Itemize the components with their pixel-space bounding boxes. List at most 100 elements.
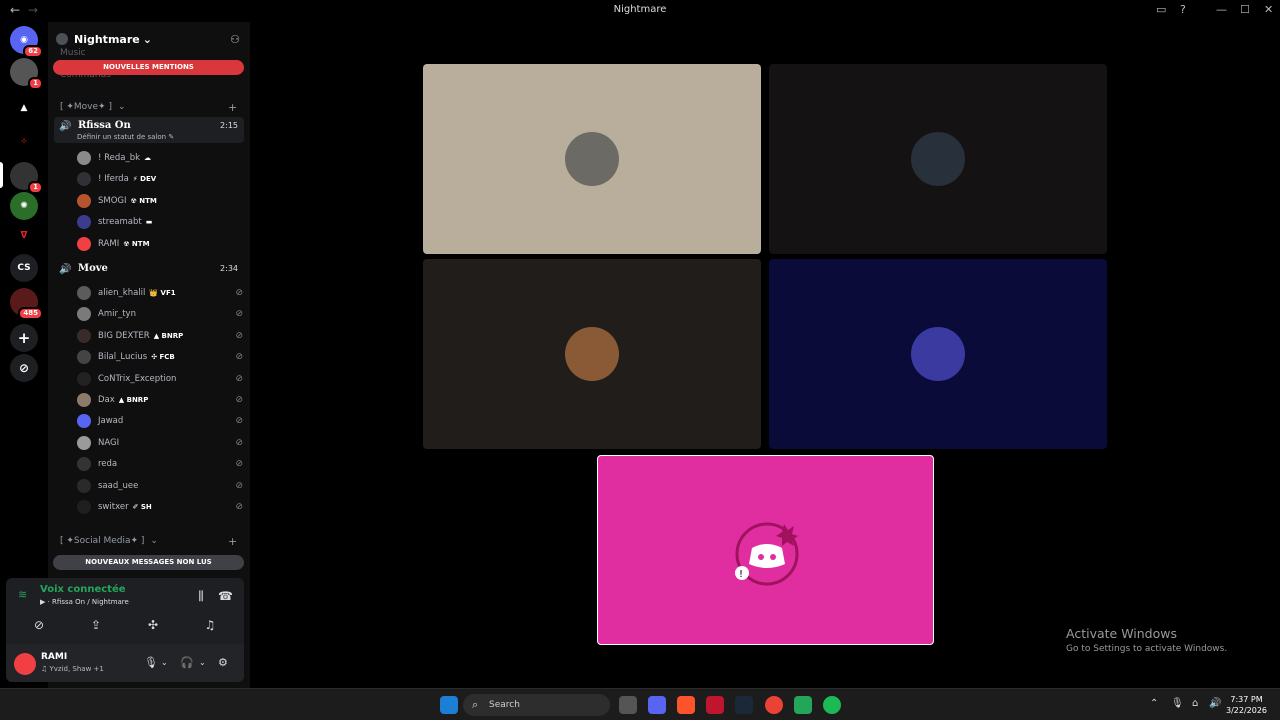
voice-channel-name: Rfissa On xyxy=(78,120,131,131)
voice-member[interactable]: saad_uee ⊘ xyxy=(77,477,247,495)
network-icon[interactable]: ⌂ xyxy=(1192,698,1198,709)
set-channel-status[interactable]: Définir un statut de salon ✎ xyxy=(77,133,174,141)
video-tile-3[interactable] xyxy=(423,259,761,449)
maximize-icon[interactable]: ☐ xyxy=(1240,3,1250,16)
video-tile-2[interactable] xyxy=(769,64,1107,254)
voice-member[interactable]: ! Iferda ⚡ DEV xyxy=(77,170,247,188)
voice-member[interactable]: Amir_tyn ⊘ xyxy=(77,305,247,323)
microphone-icon[interactable]: 🎙 xyxy=(144,656,158,669)
windows-start-icon[interactable] xyxy=(440,696,458,714)
participant-avatar xyxy=(565,132,619,186)
voice-member[interactable]: BIG DEXTER ▲ BNRP ⊘ xyxy=(77,327,247,345)
voice-member[interactable]: SMOGI ☢ NTM xyxy=(77,192,247,210)
brave-browser-icon[interactable] xyxy=(677,696,695,714)
chevron-up-icon[interactable]: ⌃ xyxy=(1150,698,1158,709)
selected-server-pill xyxy=(0,162,3,188)
member-name: Bilal_Lucius xyxy=(98,352,148,363)
voice-channel-time: 2:15 xyxy=(220,121,238,130)
member-role-tag: ▲ BNRP xyxy=(118,396,149,404)
voice-member[interactable]: reda ⊘ xyxy=(77,455,247,473)
disconnect-icon[interactable]: ☎ xyxy=(218,589,233,603)
taskbar-search[interactable]: ⌕ Search xyxy=(463,694,610,716)
clock-time: 7:37 PM xyxy=(1230,695,1263,704)
category-move[interactable]: [ ✦Move✦ ] ⌄ + xyxy=(60,101,237,114)
user-avatar[interactable] xyxy=(14,653,36,675)
voice-member[interactable]: streamabt ▬ xyxy=(77,213,247,231)
voice-member[interactable]: Bilal_Lucius ✣ FCB ⊘ xyxy=(77,348,247,366)
member-name: saad_uee xyxy=(98,480,139,491)
server-icon-nightmare[interactable]: 1 xyxy=(10,162,43,194)
volume-icon[interactable]: 🔊 xyxy=(1209,698,1221,709)
server-header[interactable]: Nightmare ⌄ ⚇ xyxy=(56,30,246,48)
server-icon-red[interactable]: ✧ xyxy=(10,128,38,156)
soundboard-icon[interactable]: ♫ xyxy=(203,618,217,632)
discord-taskbar-icon[interactable] xyxy=(648,696,666,714)
voice-member[interactable]: alien_khalil 👑 VF1 ⊘ xyxy=(77,284,247,302)
channel-music[interactable]: Music xyxy=(60,48,86,58)
voice-member[interactable]: Dax ▲ BNRP ⊘ xyxy=(77,391,247,409)
video-tile-4[interactable] xyxy=(769,259,1107,449)
voice-member[interactable]: RAMI ☢ NTM xyxy=(77,235,247,253)
server-icon-folder[interactable]: 485 xyxy=(10,288,43,320)
voice-channel-path[interactable]: ▶ · Rfissa On / Nightmare xyxy=(40,598,129,606)
voice-member[interactable]: CoNTrix_Exception ⊘ xyxy=(77,370,247,388)
close-icon[interactable]: ✕ xyxy=(1264,3,1273,16)
new-unread-banner[interactable]: NOUVEAUX MESSAGES NON LUS xyxy=(53,555,244,570)
participant-avatar xyxy=(565,327,619,381)
task-view-icon[interactable] xyxy=(619,696,637,714)
spotify-icon[interactable] xyxy=(823,696,841,714)
new-mentions-banner[interactable]: NOUVELLES MENTIONS xyxy=(53,60,244,75)
voice-member[interactable]: NAGI ⊘ xyxy=(77,434,247,452)
add-channel-icon[interactable]: + xyxy=(228,101,237,114)
voice-status[interactable]: Voix connectée xyxy=(40,584,126,595)
direct-messages-icon[interactable]: ◉ 62 xyxy=(10,26,43,58)
user-name[interactable]: RAMI xyxy=(41,652,67,662)
voice-channel-rfissa-on[interactable]: 🔊 Rfissa On 2:15 Définir un statut de sa… xyxy=(54,117,244,143)
server-icon-avatar[interactable]: 1 xyxy=(10,58,43,90)
steam-icon[interactable] xyxy=(735,696,753,714)
noise-suppression-icon[interactable]: ⫼ xyxy=(194,589,208,603)
signal-icon[interactable]: ≋ xyxy=(18,588,27,601)
member-role-tag: 👑 VF1 xyxy=(149,289,176,297)
chevron-down-icon[interactable]: ⌄ xyxy=(161,658,168,667)
camera-off-icon[interactable]: ⊘ xyxy=(32,618,46,632)
chrome-icon[interactable] xyxy=(765,696,783,714)
member-avatar xyxy=(77,215,91,230)
member-name: Dax xyxy=(98,395,115,405)
chevron-down-icon[interactable]: ⌄ xyxy=(199,658,206,667)
server-icon-cs[interactable]: CS xyxy=(10,254,38,282)
screen-share-icon[interactable]: ⇪ xyxy=(89,618,103,632)
settings-gear-icon[interactable]: ⚙ xyxy=(218,656,228,669)
server-icon-green[interactable]: ✺ xyxy=(10,192,38,220)
video-stage: ! Activate Windows Go to Settings to act… xyxy=(250,22,1280,688)
add-channel-icon[interactable]: + xyxy=(228,535,237,548)
voice-member[interactable]: switxer ✐ SH ⊘ xyxy=(77,498,247,516)
member-avatar xyxy=(77,371,91,386)
inbox-icon[interactable]: ▭ xyxy=(1156,3,1166,16)
member-role-tag: ⚡ DEV xyxy=(132,175,157,184)
activities-icon[interactable]: ✣ xyxy=(146,618,160,632)
member-avatar xyxy=(77,286,91,300)
help-icon[interactable]: ? xyxy=(1180,3,1186,16)
headphones-icon[interactable]: 🎧 xyxy=(180,656,194,669)
voice-member[interactable]: ! Reda_bk ☁ xyxy=(77,149,247,167)
system-clock[interactable]: 7:37 PM 3/22/2026 xyxy=(1226,694,1267,716)
server-icon-tower[interactable]: ▲ xyxy=(10,94,38,122)
video-tile-5-speaking[interactable]: ! xyxy=(597,455,934,645)
video-tile-1[interactable] xyxy=(423,64,761,254)
add-server-icon[interactable]: + xyxy=(10,324,38,352)
app-icon-red[interactable] xyxy=(706,696,724,714)
member-role-tag: ☢ NTM xyxy=(123,239,150,248)
member-avatar xyxy=(77,172,91,187)
server-icon-rog[interactable]: ᐁ xyxy=(10,222,38,250)
category-social-media[interactable]: [ ✦Social Media✦ ] ⌄ + xyxy=(60,535,237,548)
member-role-tag: ✣ FCB xyxy=(151,353,175,362)
voice-channel-move[interactable]: 🔊 Move 2:34 xyxy=(54,260,244,286)
minimize-icon[interactable]: — xyxy=(1216,3,1227,16)
add-member-icon[interactable]: ⚇ xyxy=(230,33,240,46)
chevron-down-icon: ⌄ xyxy=(117,102,126,112)
microphone-tray-icon[interactable]: 🎙 xyxy=(1171,698,1184,709)
voice-member[interactable]: Jawad ⊘ xyxy=(77,412,247,430)
app-icon-green[interactable] xyxy=(794,696,812,714)
discover-compass-icon[interactable]: ⊘ xyxy=(10,354,38,382)
